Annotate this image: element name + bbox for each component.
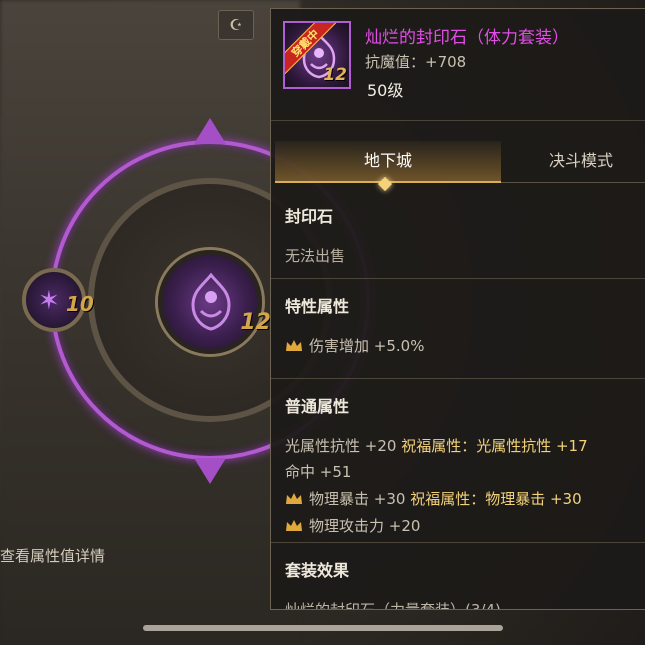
mode-tabs: 地下城 决斗模式: [271, 131, 645, 192]
section-seal-stone: 封印石 无法出售: [271, 189, 645, 279]
bless-light-resist-text: 祝福属性：光属性抗性 +17: [401, 437, 588, 455]
item-icon-level: 12: [323, 65, 347, 85]
hit-text: 命中 +51: [285, 463, 352, 481]
small-seal-gem[interactable]: ✶ 10: [22, 268, 94, 332]
seal-glyph-icon: [191, 273, 231, 331]
item-name: 灿烂的封印石（体力套装）: [365, 28, 569, 48]
attr-row-phys-attack: 物理攻击力 +20: [285, 515, 420, 536]
ring-spike-top: [194, 118, 226, 144]
home-indicator-bar[interactable]: [143, 625, 503, 631]
section-set-effect: 套装效果 灿烂的封印石（力量套装）(3/4): [271, 543, 645, 610]
phys-crit-text: 物理暴击 +30: [309, 490, 411, 508]
crown-icon: [285, 339, 303, 353]
item-tooltip: 穿戴中 12 灿烂的封印石（体力套装） 抗魔值：+708 50级 地下城 决斗模…: [270, 8, 645, 610]
special-attr-text: 伤害增加 +5.0%: [309, 337, 425, 355]
section-special-attributes: 特性属性 伤害增加 +5.0%: [271, 279, 645, 379]
bless-phys-crit-text: 祝福属性：物理暴击 +30: [410, 490, 582, 508]
main-gem-level: 12: [240, 310, 271, 335]
crown-icon: [285, 519, 303, 533]
star-icon: ✶: [38, 286, 60, 316]
phys-attack-text: 物理攻击力 +20: [309, 517, 421, 535]
item-magic-resist: 抗魔值：+708: [365, 53, 467, 71]
main-seal-gem[interactable]: 12: [158, 250, 271, 354]
section-title-special: 特性属性: [285, 297, 350, 316]
light-resist-text: 光属性抗性 +20: [285, 437, 402, 455]
unsellable-note: 无法出售: [285, 247, 346, 265]
section-normal-attributes: 普通属性 光属性抗性 +20 祝福属性：光属性抗性 +17 命中 +51 物理暴…: [271, 379, 645, 543]
attribute-details-link[interactable]: 查看属性值详情: [0, 545, 105, 566]
set-effect-line: 灿烂的封印石（力量套装）(3/4): [285, 601, 501, 610]
small-gem-level: 10: [66, 292, 94, 316]
tab-duel-mode[interactable]: 决斗模式: [501, 141, 645, 183]
section-title-normal: 普通属性: [285, 397, 350, 416]
item-icon: 穿戴中 12: [283, 21, 351, 89]
attr-row-phys-crit: 物理暴击 +30 祝福属性：物理暴击 +30: [285, 488, 582, 509]
ring-spike-bottom: [194, 458, 226, 484]
attr-row-hit: 命中 +51: [285, 461, 351, 482]
special-attr-row: 伤害增加 +5.0%: [285, 335, 424, 356]
item-level: 50级: [367, 81, 404, 100]
section-title-set: 套装效果: [285, 561, 350, 580]
tooltip-header: 穿戴中 12 灿烂的封印石（体力套装） 抗魔值：+708 50级: [271, 9, 645, 121]
tab-dungeon[interactable]: 地下城: [275, 141, 501, 183]
crown-icon: [285, 492, 303, 506]
section-title-seal-stone: 封印石: [285, 207, 334, 226]
attr-row-light-resist: 光属性抗性 +20 祝福属性：光属性抗性 +17: [285, 435, 588, 456]
c-swirl-icon[interactable]: ☪: [218, 10, 254, 40]
